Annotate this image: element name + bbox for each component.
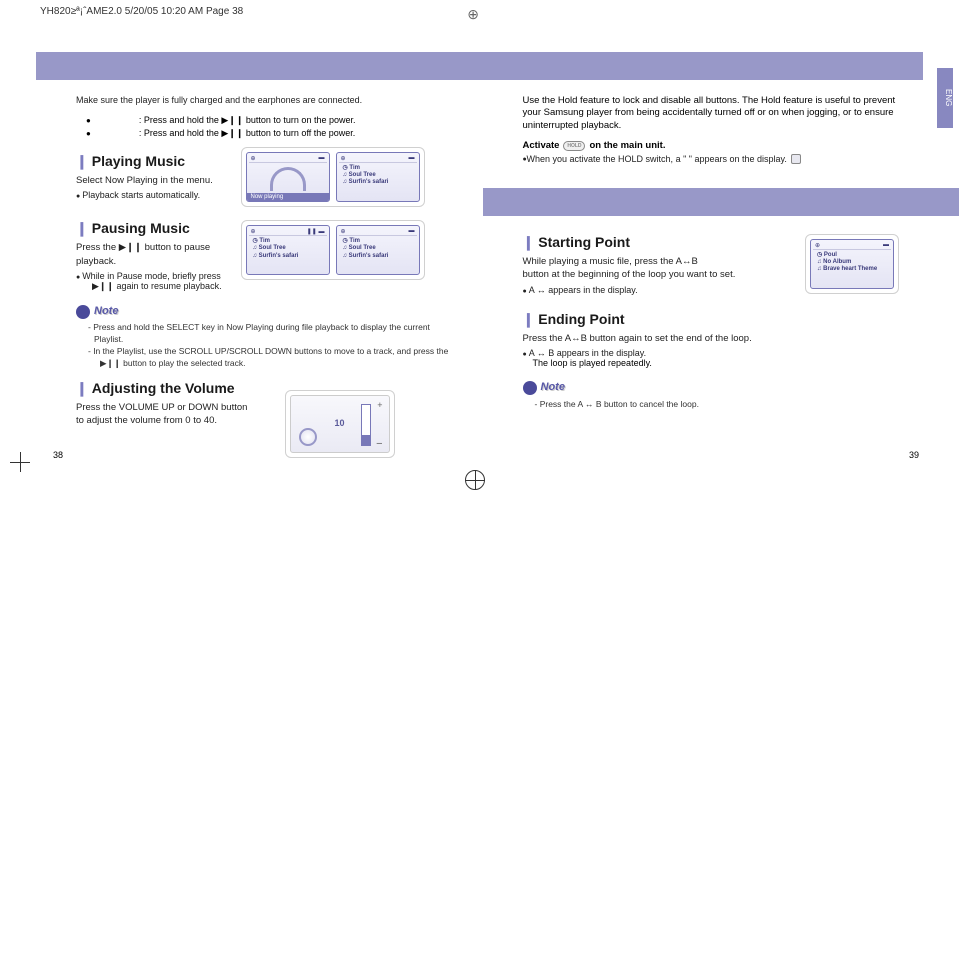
- note-label-1: Note: [76, 304, 118, 319]
- loop-section-band: [483, 188, 959, 216]
- note1-line3: ▶❙❙ button to play the selected track.: [88, 358, 453, 370]
- loop-screen-frame: ⊕▬ Poul No Album Brave heart Theme: [805, 234, 899, 294]
- note-label-2: Note: [523, 380, 565, 395]
- ending-bullet1: A ↔ B appears in the display.: [523, 348, 900, 358]
- pausing-text: Press the ▶❙❙ button to pause playback.: [76, 241, 226, 268]
- activate-bullet: When you activate the HOLD switch, a " "…: [523, 154, 900, 164]
- ending-bullet2: The loop is played repeatedly.: [523, 358, 900, 368]
- playing-text: Select Now Playing in the menu.: [76, 174, 246, 187]
- lock-icon: [791, 154, 801, 164]
- intro-text: Make sure the player is fully charged an…: [76, 95, 453, 105]
- starting-title: Starting Point: [538, 234, 630, 250]
- volume-screen-frame: 10 + −: [285, 390, 395, 458]
- loop-screen: ⊕▬ Poul No Album Brave heart Theme: [810, 239, 894, 289]
- volume-text: Press the VOLUME UP or DOWN button to ad…: [76, 401, 256, 428]
- pausing-bullet1: While in Pause mode, briefly press ▶❙❙ a…: [76, 271, 236, 292]
- track-list-screen-3: ⊕▬ Tim Soul Tree Surfin's safari: [336, 225, 420, 275]
- activate-line: Activate HOLD on the main unit.: [523, 140, 900, 151]
- volume-title: Adjusting the Volume: [92, 380, 235, 396]
- power-off-line: : Press and hold the ▶❙❙ button to turn …: [86, 128, 453, 139]
- ending-text: Press the A↔B button again to set the en…: [523, 332, 823, 345]
- volume-bar: [361, 404, 371, 446]
- playing-music-section: ❙Playing Music Select Now Playing in the…: [76, 153, 453, 200]
- crop-mark-center: [465, 470, 495, 500]
- power-on-line: : Press and hold the ▶❙❙ button to turn …: [86, 115, 453, 126]
- volume-section: ❙Adjusting the Volume Press the VOLUME U…: [76, 380, 453, 428]
- power-instructions: : Press and hold the ▶❙❙ button to turn …: [86, 115, 453, 139]
- note1-line2: - In the Playlist, use the SCROLL UP/SCR…: [88, 346, 453, 358]
- volume-screen: 10 + −: [290, 395, 390, 453]
- registration-mark-top: ⊕: [467, 6, 479, 23]
- note-block-1: Note - Press and hold the SELECT key in …: [76, 304, 453, 370]
- volume-value: 10: [335, 418, 345, 428]
- ending-point-section: ❙Ending Point Press the A↔B button again…: [523, 311, 900, 368]
- track-list-screen-1: ⊕▬ Tim Soul Tree Surfin's safari: [336, 152, 420, 202]
- print-header: YH820≥ª¡ˆAME2.0 5/20/05 10:20 AM Page 38…: [0, 0, 959, 24]
- page-39: Use the Hold feature to lock and disable…: [483, 85, 959, 954]
- headphone-icon: [270, 167, 306, 191]
- note-block-2: Note - Press the A ↔ B button to cancel …: [523, 380, 900, 410]
- page-number-left: 38: [53, 450, 63, 460]
- hold-description: Use the Hold feature to lock and disable…: [523, 95, 900, 132]
- note2-line: - Press the A ↔ B button to cancel the l…: [535, 399, 900, 411]
- playing-title: Playing Music: [92, 153, 185, 169]
- pausing-title: Pausing Music: [92, 220, 190, 236]
- crop-mark-left: [10, 452, 40, 482]
- header-filename: YH820≥ª¡ˆAME2.0 5/20/05 10:20 AM Page 38: [40, 6, 243, 17]
- volume-knob-icon: [299, 428, 317, 446]
- now-playing-screen: ⊕▬ Now playing: [246, 152, 330, 202]
- note1-line1: - Press and hold the SELECT key in Now P…: [88, 322, 453, 346]
- ending-title: Ending Point: [538, 311, 624, 327]
- pausing-screens: ⊕❚❚ ▬ Tim Soul Tree Surfin's safari ⊕▬ T…: [241, 220, 425, 280]
- track-list-screen-2: ⊕❚❚ ▬ Tim Soul Tree Surfin's safari: [246, 225, 330, 275]
- playing-screens: ⊕▬ Now playing ⊕▬ Tim Soul Tree Surfin's…: [241, 147, 425, 207]
- starting-point-section: ❙Starting Point While playing a music fi…: [523, 234, 900, 295]
- pausing-music-section: ❙Pausing Music Press the ▶❙❙ button to p…: [76, 220, 453, 292]
- page-38: Make sure the player is fully charged an…: [0, 85, 483, 954]
- minus-icon: −: [376, 438, 382, 450]
- hold-switch-icon: HOLD: [563, 141, 585, 151]
- plus-icon: +: [377, 400, 382, 410]
- page-number-right: 39: [909, 450, 919, 460]
- starting-text: While playing a music file, press the A↔…: [523, 255, 763, 282]
- section-header-band: [36, 52, 923, 80]
